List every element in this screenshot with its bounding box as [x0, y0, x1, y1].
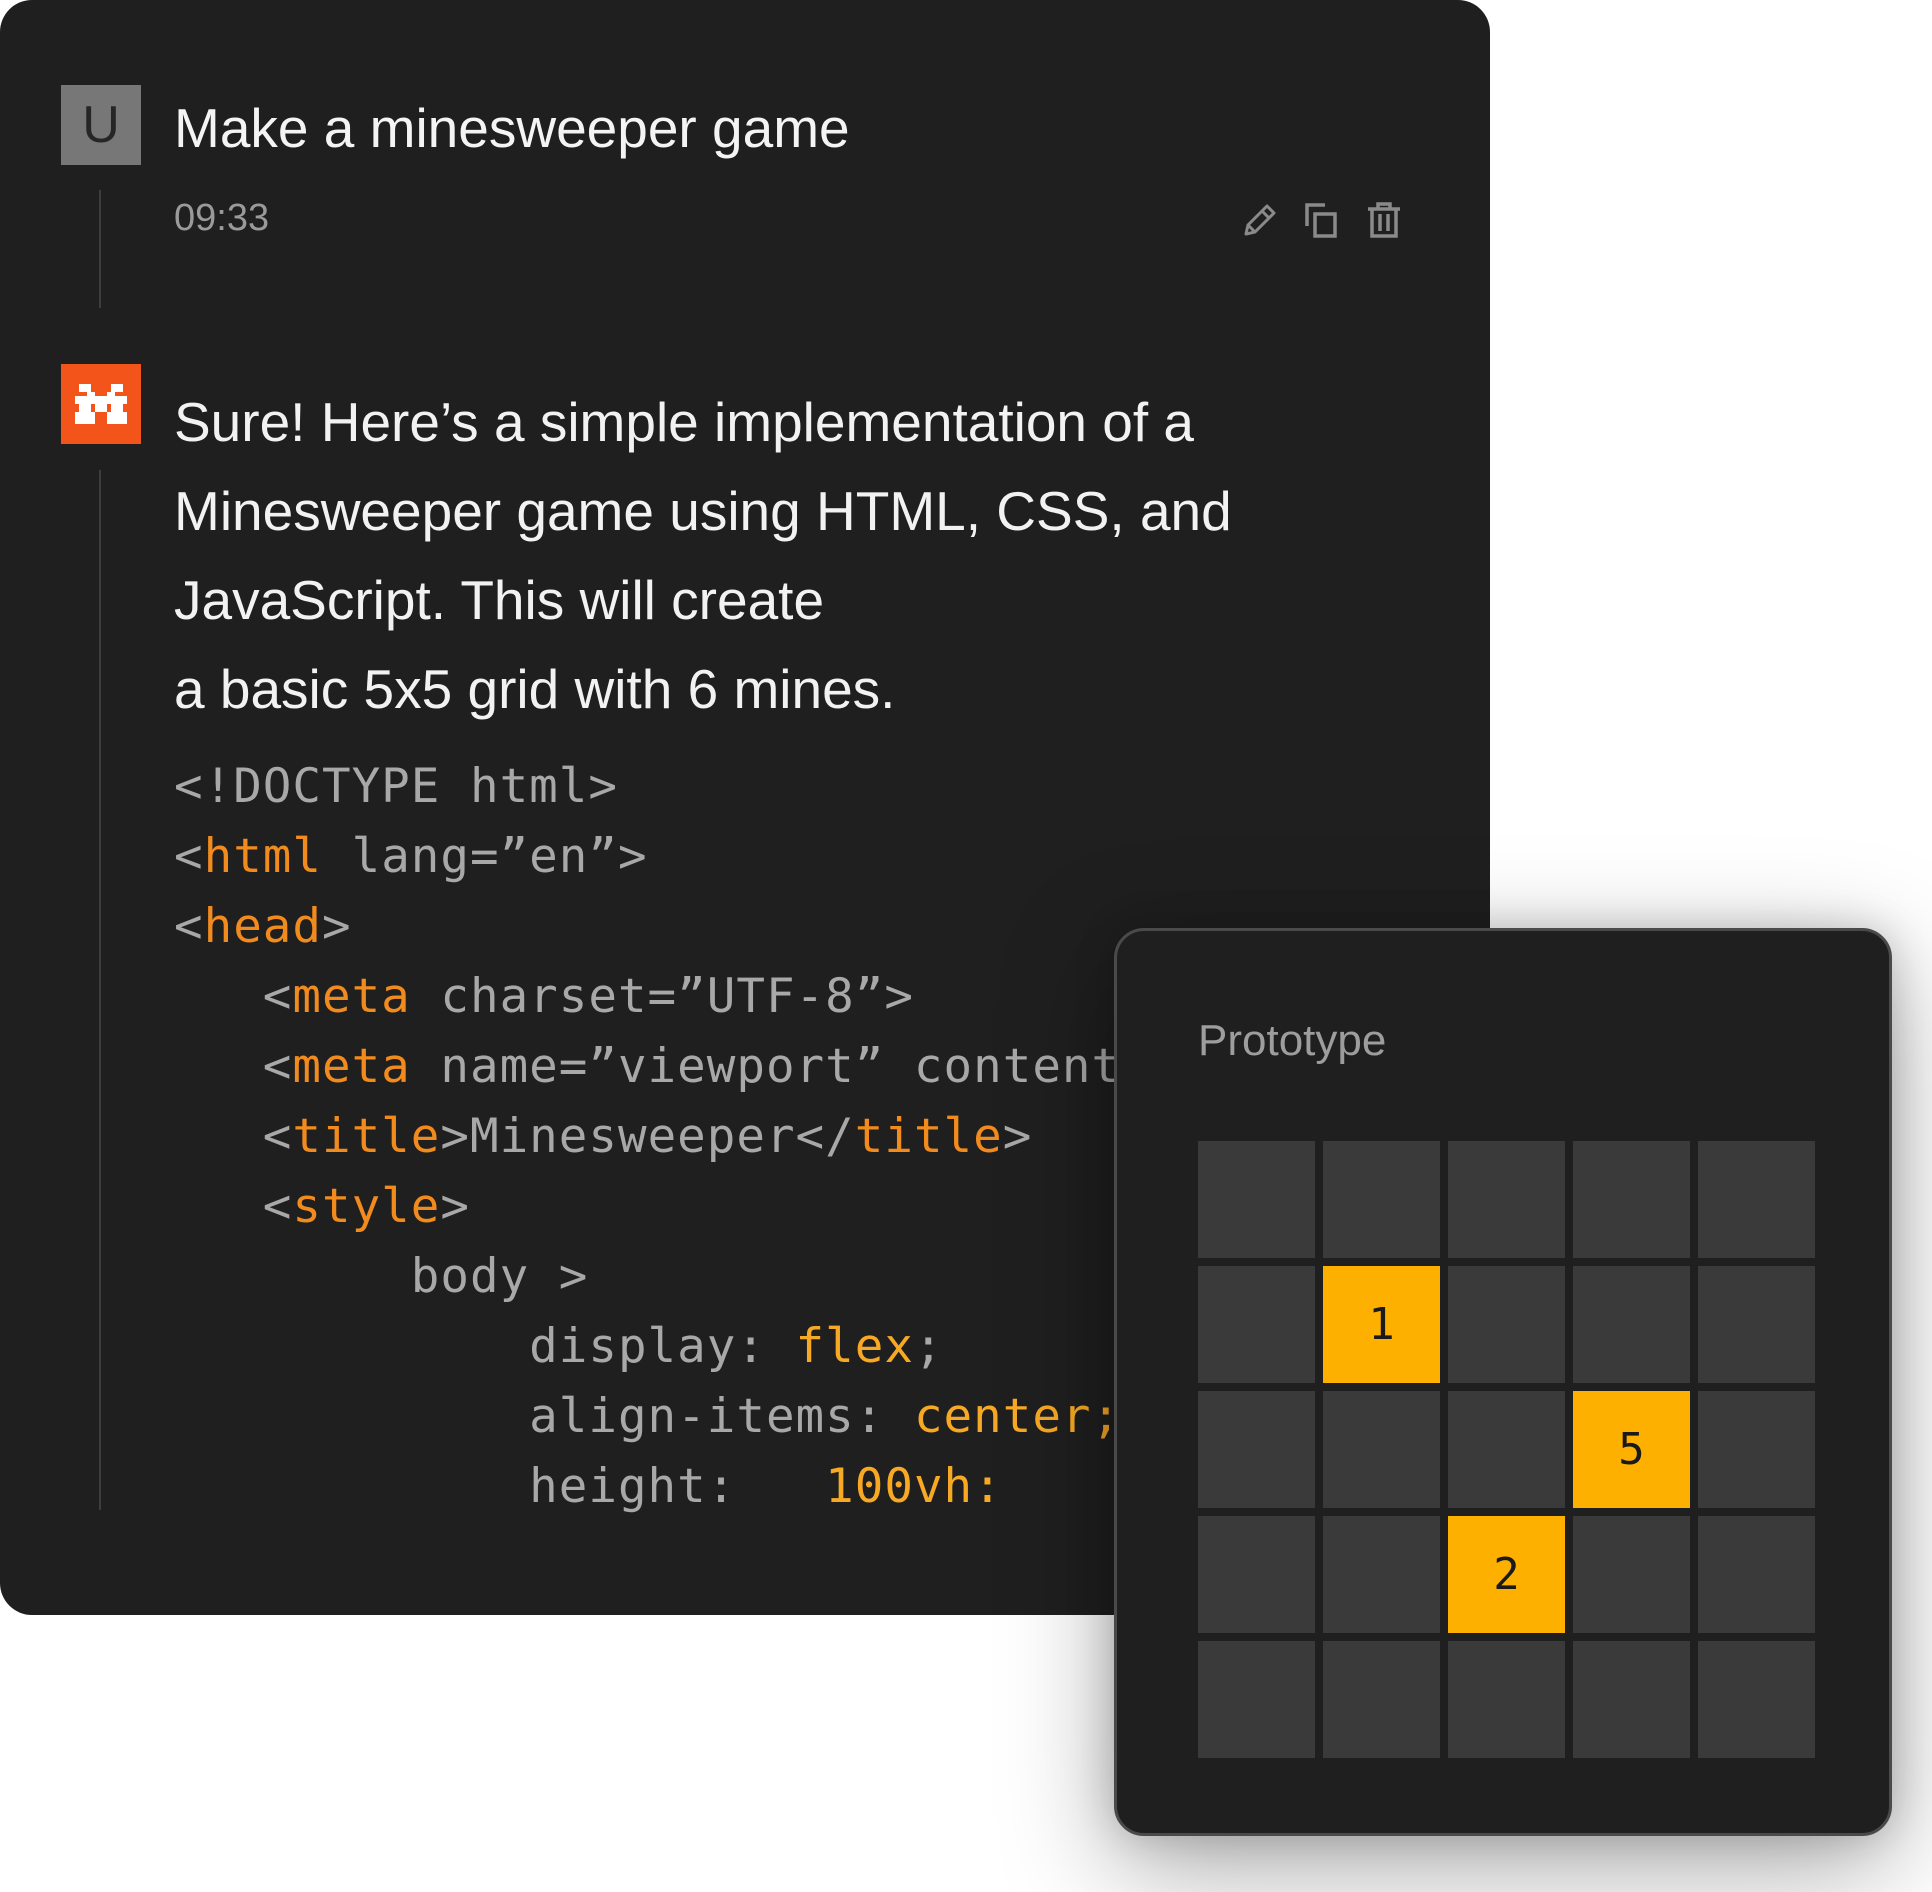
- code-token: display:: [174, 1319, 796, 1374]
- prototype-panel: Prototype 1 52: [1114, 928, 1892, 1836]
- revealed-cell[interactable]: 2: [1448, 1516, 1565, 1633]
- code-block: <!DOCTYPE html> <html lang=”en”> <head> <m…: [174, 752, 1121, 1522]
- hidden-cell[interactable]: [1573, 1641, 1690, 1758]
- code-token: charset=”UTF-8”>: [410, 969, 914, 1024]
- code-token: >: [1002, 1109, 1033, 1164]
- user-avatar-letter: U: [82, 96, 120, 154]
- code-tag-token: head: [203, 899, 322, 954]
- delete-icon[interactable]: [1362, 198, 1406, 242]
- revealed-cell[interactable]: 1: [1323, 1266, 1440, 1383]
- code-val-token: flex: [795, 1319, 914, 1374]
- hidden-cell[interactable]: [1698, 1516, 1815, 1633]
- hidden-cell[interactable]: [1323, 1141, 1440, 1258]
- hidden-cell[interactable]: [1448, 1391, 1565, 1508]
- assistant-text-line: JavaScript. This will create: [174, 569, 825, 631]
- hidden-cell[interactable]: [1698, 1266, 1815, 1383]
- hidden-cell[interactable]: [1698, 1641, 1815, 1758]
- hidden-cell[interactable]: [1698, 1141, 1815, 1258]
- code-token: >: [322, 899, 352, 954]
- assistant-message-text: Sure! Here’s a simple implementation of …: [174, 378, 1374, 734]
- code-tag-token: title: [292, 1109, 441, 1164]
- code-token: <: [174, 829, 204, 884]
- code-line: <head>: [174, 892, 1121, 962]
- hidden-cell[interactable]: [1323, 1641, 1440, 1758]
- hidden-cell[interactable]: [1448, 1641, 1565, 1758]
- code-line: <meta charset=”UTF-8”>: [174, 962, 1121, 1032]
- code-token: ;: [913, 1319, 944, 1374]
- hidden-cell[interactable]: [1198, 1391, 1315, 1508]
- user-thread-line: [99, 190, 101, 308]
- hidden-cell[interactable]: [1198, 1516, 1315, 1633]
- copy-icon[interactable]: [1300, 198, 1344, 242]
- code-token: <: [174, 1109, 293, 1164]
- code-val-token: 100vh:: [825, 1459, 1003, 1514]
- assistant-thread-line: [99, 470, 101, 1510]
- assistant-text-line: Sure! Here’s a simple implementation of …: [174, 391, 1195, 453]
- code-line: <html lang=”en”>: [174, 822, 1121, 892]
- code-tag-token: style: [292, 1179, 441, 1234]
- code-token: <: [174, 1039, 293, 1094]
- user-message-text: Make a minesweeper game: [174, 97, 850, 159]
- hidden-cell[interactable]: [1323, 1391, 1440, 1508]
- minesweeper-board: 1 52: [1198, 1141, 1815, 1758]
- code-token: <: [174, 1179, 293, 1234]
- code-line: <title>Minesweeper</title>: [174, 1102, 1121, 1172]
- code-tag-token: html: [203, 829, 322, 884]
- hidden-cell[interactable]: [1323, 1516, 1440, 1633]
- hidden-cell[interactable]: [1198, 1641, 1315, 1758]
- revealed-cell[interactable]: 5: [1573, 1391, 1690, 1508]
- hidden-cell[interactable]: [1573, 1141, 1690, 1258]
- code-tag-token: title: [854, 1109, 1003, 1164]
- code-val-token: center;: [913, 1389, 1122, 1444]
- code-token: >Minesweeper</: [440, 1109, 855, 1164]
- code-token: <: [174, 899, 204, 954]
- hidden-cell[interactable]: [1573, 1516, 1690, 1633]
- code-line: <!DOCTYPE html>: [174, 752, 1121, 822]
- code-token: lang=”en”>: [322, 829, 648, 884]
- hidden-cell[interactable]: [1448, 1266, 1565, 1383]
- code-tag-token: meta: [292, 969, 411, 1024]
- assistant-text-line: Minesweeper game using HTML, CSS, and: [174, 480, 1232, 542]
- edit-icon[interactable]: [1238, 198, 1282, 242]
- code-token: body >: [174, 1249, 589, 1304]
- user-avatar: U: [61, 85, 141, 165]
- assistant-text-line: a basic 5x5 grid with 6 mines.: [174, 658, 896, 720]
- code-line: <style>: [174, 1172, 1121, 1242]
- code-line: <meta name=”viewport” content: [174, 1032, 1121, 1102]
- prototype-title: Prototype: [1198, 1016, 1387, 1065]
- code-line: body >: [174, 1242, 1121, 1312]
- code-line: height: 100vh:: [174, 1452, 1121, 1522]
- assistant-avatar: [61, 364, 141, 444]
- code-token: <!DOCTYPE html>: [174, 759, 618, 814]
- code-line: align-items: center;: [174, 1382, 1121, 1452]
- hidden-cell[interactable]: [1573, 1266, 1690, 1383]
- code-line: display: flex;: [174, 1312, 1121, 1382]
- code-token: name=”viewport” content: [410, 1039, 1122, 1094]
- code-token: >: [440, 1179, 470, 1234]
- code-token: align-items:: [174, 1389, 914, 1444]
- code-token: <: [174, 969, 293, 1024]
- hidden-cell[interactable]: [1698, 1391, 1815, 1508]
- hidden-cell[interactable]: [1448, 1141, 1565, 1258]
- message-timestamp: 09:33: [174, 197, 270, 239]
- brand-logo-icon: [75, 384, 127, 424]
- hidden-cell[interactable]: [1198, 1266, 1315, 1383]
- code-token: height:: [174, 1459, 826, 1514]
- hidden-cell[interactable]: [1198, 1141, 1315, 1258]
- code-tag-token: meta: [292, 1039, 411, 1094]
